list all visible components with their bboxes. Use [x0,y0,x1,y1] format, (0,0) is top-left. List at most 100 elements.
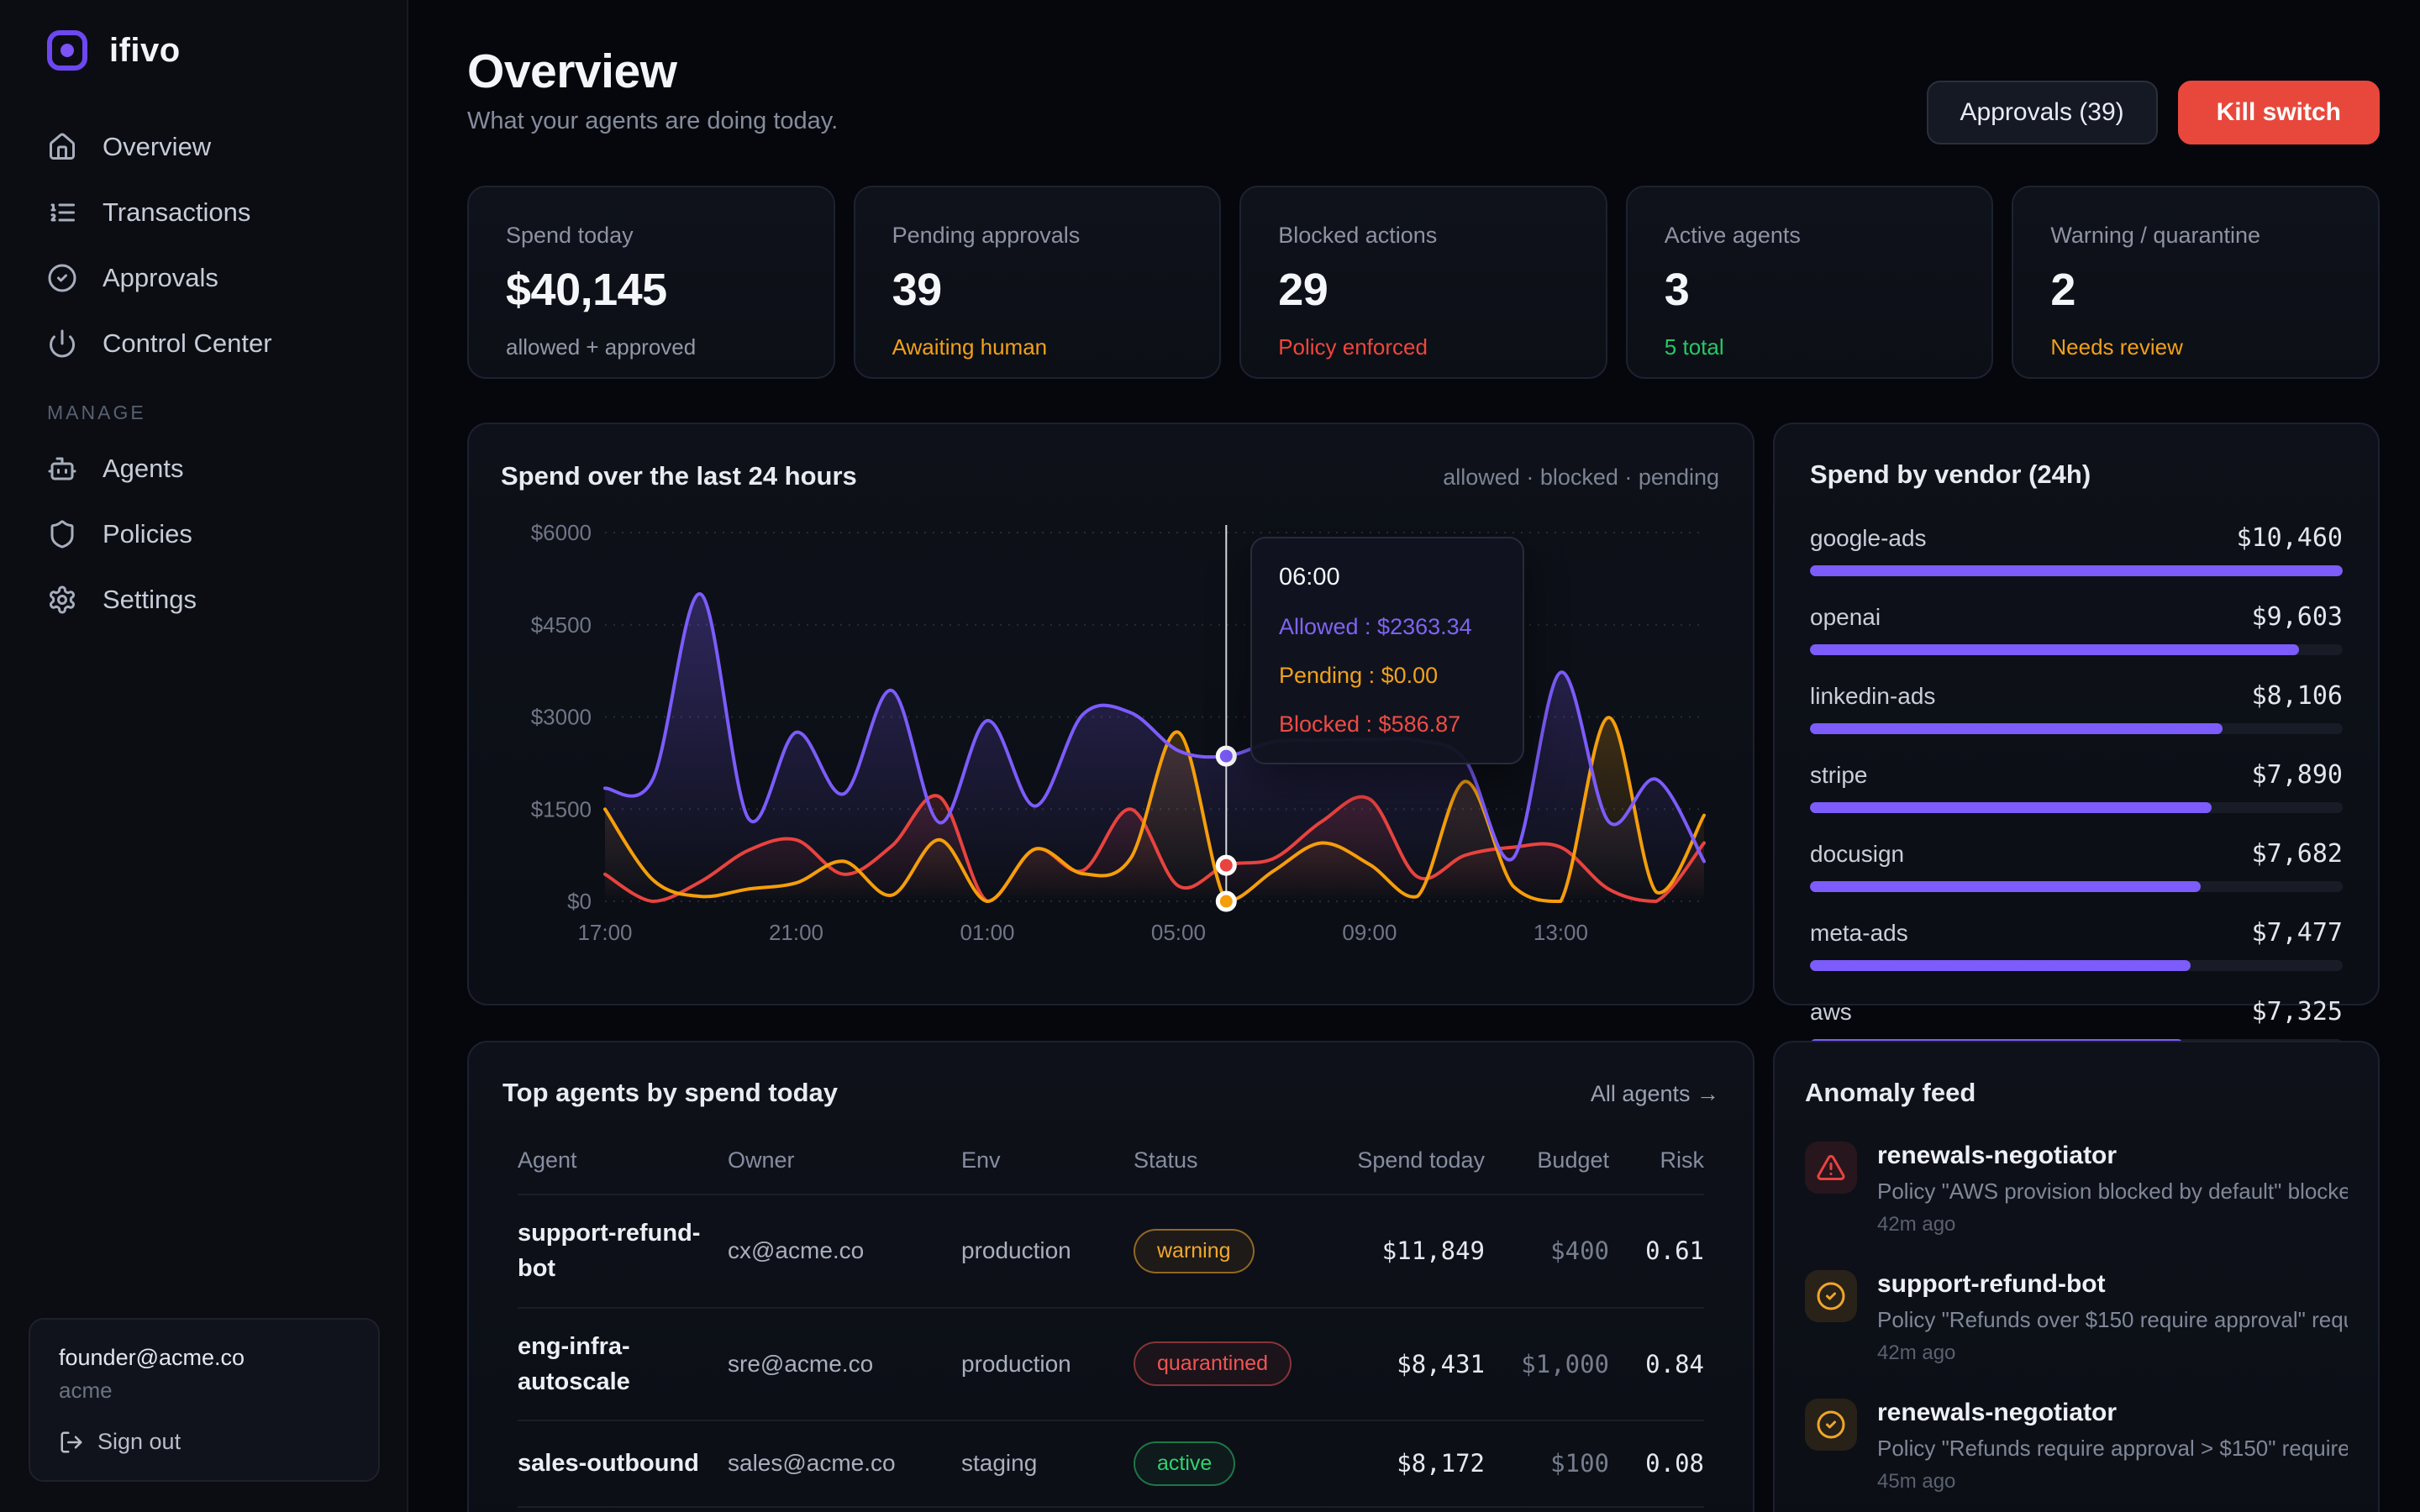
sidebar-item-label: Agents [103,454,184,484]
vendor-name: stripe [1810,762,1867,789]
vendor-name: meta-ads [1810,920,1908,947]
vendor-name: linkedin-ads [1810,683,1935,710]
stat-sub: allowed + approved [506,334,797,360]
agent-name: sales-outbound [518,1446,728,1481]
agent-risk: 0.08 [1609,1449,1704,1478]
vendor-row: openai$9,603 [1810,602,2343,655]
agent-env: production [961,1351,1134,1378]
circle-check-icon [47,263,77,293]
top-agents-card: Top agents by spend today All agents → A… [467,1041,1754,1512]
page-subtitle: What your agents are doing today. [467,108,838,135]
table-row[interactable]: eng-infra-autoscale sre@acme.co producti… [518,1309,1704,1421]
stat-sub: 5 total [1665,334,1955,360]
all-agents-link[interactable]: All agents → [1591,1081,1719,1107]
agent-budget: $1,000 [1485,1350,1609,1378]
anomaly-time: 42m ago [1877,1213,2348,1236]
table-row[interactable]: sales-outbound sales@acme.co staging act… [518,1421,1704,1508]
sidebar-item-label: Transactions [103,197,250,228]
brand-name: ifivo [109,32,181,70]
stat-label: Spend today [506,223,797,249]
sidebar-item-transactions[interactable]: Transactions [47,180,376,245]
status-badge: active [1134,1441,1235,1486]
gear-icon [47,585,77,615]
alert-triangle-icon [1805,1142,1857,1194]
anomaly-item[interactable]: renewals-negotiator Policy "AWS provisio… [1805,1142,2348,1236]
col-risk: Risk [1609,1145,1704,1175]
anomaly-item[interactable]: support-refund-bot Policy "Refunds over … [1805,1270,2348,1365]
vendor-bar-fill [1810,802,2212,813]
sidebar-item-agents[interactable]: Agents [47,436,376,501]
vendor-row: meta-ads $7,477 [1810,918,2343,971]
svg-text:$1500: $1500 [531,796,592,822]
agent-spend: $8,172 [1334,1449,1485,1478]
circle-check-icon [1805,1399,1857,1451]
sidebar-item-overview[interactable]: Overview [47,114,376,180]
vendor-spend-card: Spend by vendor (24h) google-ads$10,460 … [1773,423,2380,1005]
table-row[interactable]: renewals-negotiator finance@acme.co prod… [518,1508,1704,1512]
svg-text:$3000: $3000 [531,705,592,730]
sidebar-item-approvals[interactable]: Approvals [47,245,376,311]
sidebar-item-settings[interactable]: Settings [47,567,376,633]
anomaly-desc: Policy "AWS provision blocked by default… [1877,1179,2348,1205]
agent-owner: cx@acme.co [728,1237,961,1264]
vendor-list: google-ads$10,460 openai$9,603 linkedin-… [1810,523,2343,1050]
approvals-button[interactable]: Approvals (39) [1927,81,2158,144]
col-budget: Budget [1485,1145,1609,1175]
kill-switch-button[interactable]: Kill switch [2178,81,2380,144]
stat-sub: Needs review [2050,334,2341,360]
col-env: Env [961,1145,1134,1175]
anomaly-time: 42m ago [1877,1341,2348,1365]
user-card: founder@acme.co acme Sign out [29,1318,380,1482]
sidebar-item-policies[interactable]: Policies [47,501,376,567]
circle-check-icon [1805,1270,1857,1322]
sidebar-nav: Overview Transactions Approvals Control … [47,114,376,633]
col-status: Status [1134,1145,1334,1175]
vendor-row: google-ads$10,460 [1810,523,2343,576]
home-icon [47,132,77,162]
agents-table: Agent Owner Env Status Spend today Budge… [499,1145,1723,1512]
agent-name: support-refund-bot [518,1215,728,1286]
agent-name: eng-infra-autoscale [518,1329,728,1399]
vendor-row: docusign$7,682 [1810,839,2343,892]
vendor-value: $8,106 [2252,681,2343,711]
stat-value: 2 [2050,264,2341,316]
bot-icon [47,454,77,484]
stat-sub: Policy enforced [1278,334,1569,360]
stat-card-spend-today: Spend today $40,145 allowed + approved [467,186,835,379]
agent-owner: sales@acme.co [728,1450,961,1477]
vendor-bar-fill [1810,565,2343,576]
svg-text:$4500: $4500 [531,612,592,638]
svg-text:01:00: 01:00 [960,920,1014,945]
stat-card-active-agents: Active agents 3 5 total [1626,186,1994,379]
table-row[interactable]: support-refund-bot cx@acme.co production… [518,1195,1704,1308]
sidebar-item-label: Control Center [103,328,272,359]
anomaly-time: 45m ago [1877,1470,2348,1494]
sidebar-item-label: Policies [103,519,192,549]
app-root: ifivo Overview Transactions Approvals Co… [0,0,2420,1512]
stat-card-blocked-actions: Blocked actions 29 Policy enforced [1239,186,1607,379]
logout-icon [59,1430,84,1455]
agent-risk: 0.61 [1609,1236,1704,1265]
col-spend: Spend today [1334,1145,1485,1175]
sidebar-item-control-center[interactable]: Control Center [47,311,376,376]
user-org: acme [59,1378,350,1404]
vendor-value: $7,682 [2252,839,2343,869]
svg-text:$6000: $6000 [531,520,592,545]
vendor-value: $7,477 [2252,918,2343,948]
sign-out-button[interactable]: Sign out [59,1429,350,1455]
agent-budget: $100 [1485,1449,1609,1478]
anomaly-desc: Policy "Refunds require approval > $150"… [1877,1436,2348,1462]
agent-risk: 0.84 [1609,1350,1704,1378]
header-actions: Approvals (39) Kill switch [1927,81,2380,144]
anomaly-item[interactable]: renewals-negotiator Policy "Refunds requ… [1805,1399,2348,1494]
vendor-bar-track [1810,881,2343,892]
brand: ifivo [47,30,181,71]
svg-text:21:00: 21:00 [769,920,823,945]
svg-text:13:00: 13:00 [1534,920,1588,945]
stat-value: $40,145 [506,264,797,316]
spend-line-chart[interactable]: $0$1500$3000$4500$600017:0021:0001:0005:… [469,424,1753,1004]
sidebar-item-label: Overview [103,132,211,162]
status-badge: quarantined [1134,1341,1292,1386]
stat-label: Blocked actions [1278,223,1569,249]
vendor-bar-fill [1810,723,2223,734]
